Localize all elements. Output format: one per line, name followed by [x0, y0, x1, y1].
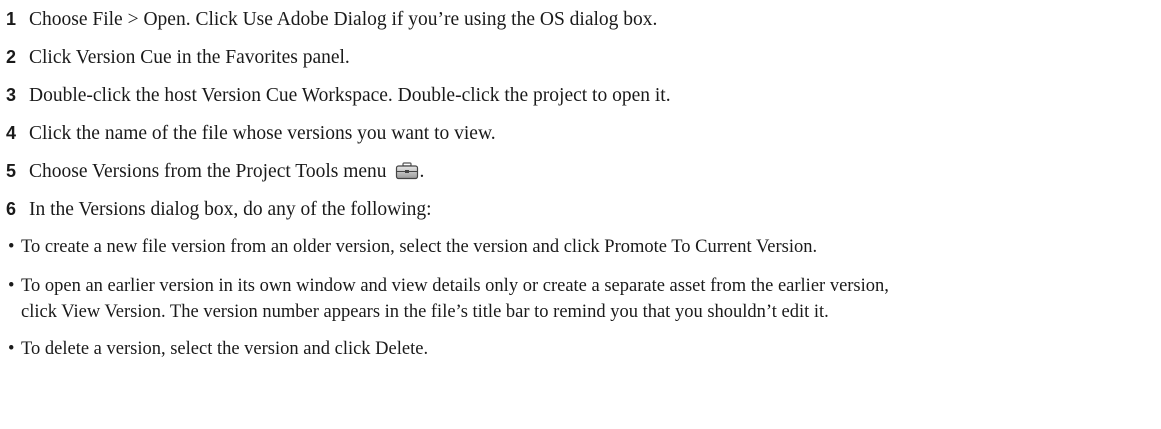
step-3: 3 Double-click the host Version Cue Work…: [6, 83, 1156, 108]
step-text: In the Versions dialog box, do any of th…: [29, 199, 432, 220]
step-5: 5 Choose Versions from the Project Tools…: [6, 159, 1156, 184]
instruction-document: 1 Choose File > Open. Click Use Adobe Di…: [6, 7, 1156, 375]
step-4: 4 Click the name of the file whose versi…: [6, 121, 1156, 146]
step-number: 5: [6, 161, 17, 181]
step-text: Click Version Cue in the Favorites panel…: [29, 47, 350, 68]
step-number: 3: [6, 85, 17, 105]
bullet-text: To delete a version, select the version …: [21, 339, 429, 359]
bullet-text: To create a new file version from an old…: [21, 237, 818, 257]
step-number: 1: [6, 9, 17, 29]
bullet-text-line-1: To open an earlier version in its own wi…: [21, 276, 889, 296]
step-number: 6: [6, 199, 17, 219]
step-text: Click the name of the file whose version…: [29, 123, 496, 144]
bullet-text-line-2: click View Version. The version number a…: [21, 302, 829, 322]
step-2: 2 Click Version Cue in the Favorites pan…: [6, 45, 1156, 70]
step-text-suffix: .: [419, 161, 425, 182]
bullet-marker: •: [8, 237, 15, 257]
bullet-marker: •: [8, 276, 15, 296]
step-text: Double-click the host Version Cue Worksp…: [29, 85, 671, 106]
bullet-item-delete: • To delete a version, select the versio…: [6, 337, 1156, 362]
bullet-marker: •: [8, 339, 15, 359]
step-text: Choose File > Open. Click Use Adobe Dial…: [29, 9, 658, 30]
step-1: 1 Choose File > Open. Click Use Adobe Di…: [6, 7, 1156, 32]
step-number: 2: [6, 47, 17, 67]
step-text: Choose Versions from the Project Tools m…: [29, 161, 387, 182]
project-tools-icon: [395, 162, 419, 180]
step-6: 6 In the Versions dialog box, do any of …: [6, 197, 1156, 222]
bullet-item-promote: • To create a new file version from an o…: [6, 235, 1156, 260]
step-number: 4: [6, 123, 17, 143]
bullet-item-view-version: • To open an earlier version in its own …: [6, 273, 1156, 325]
